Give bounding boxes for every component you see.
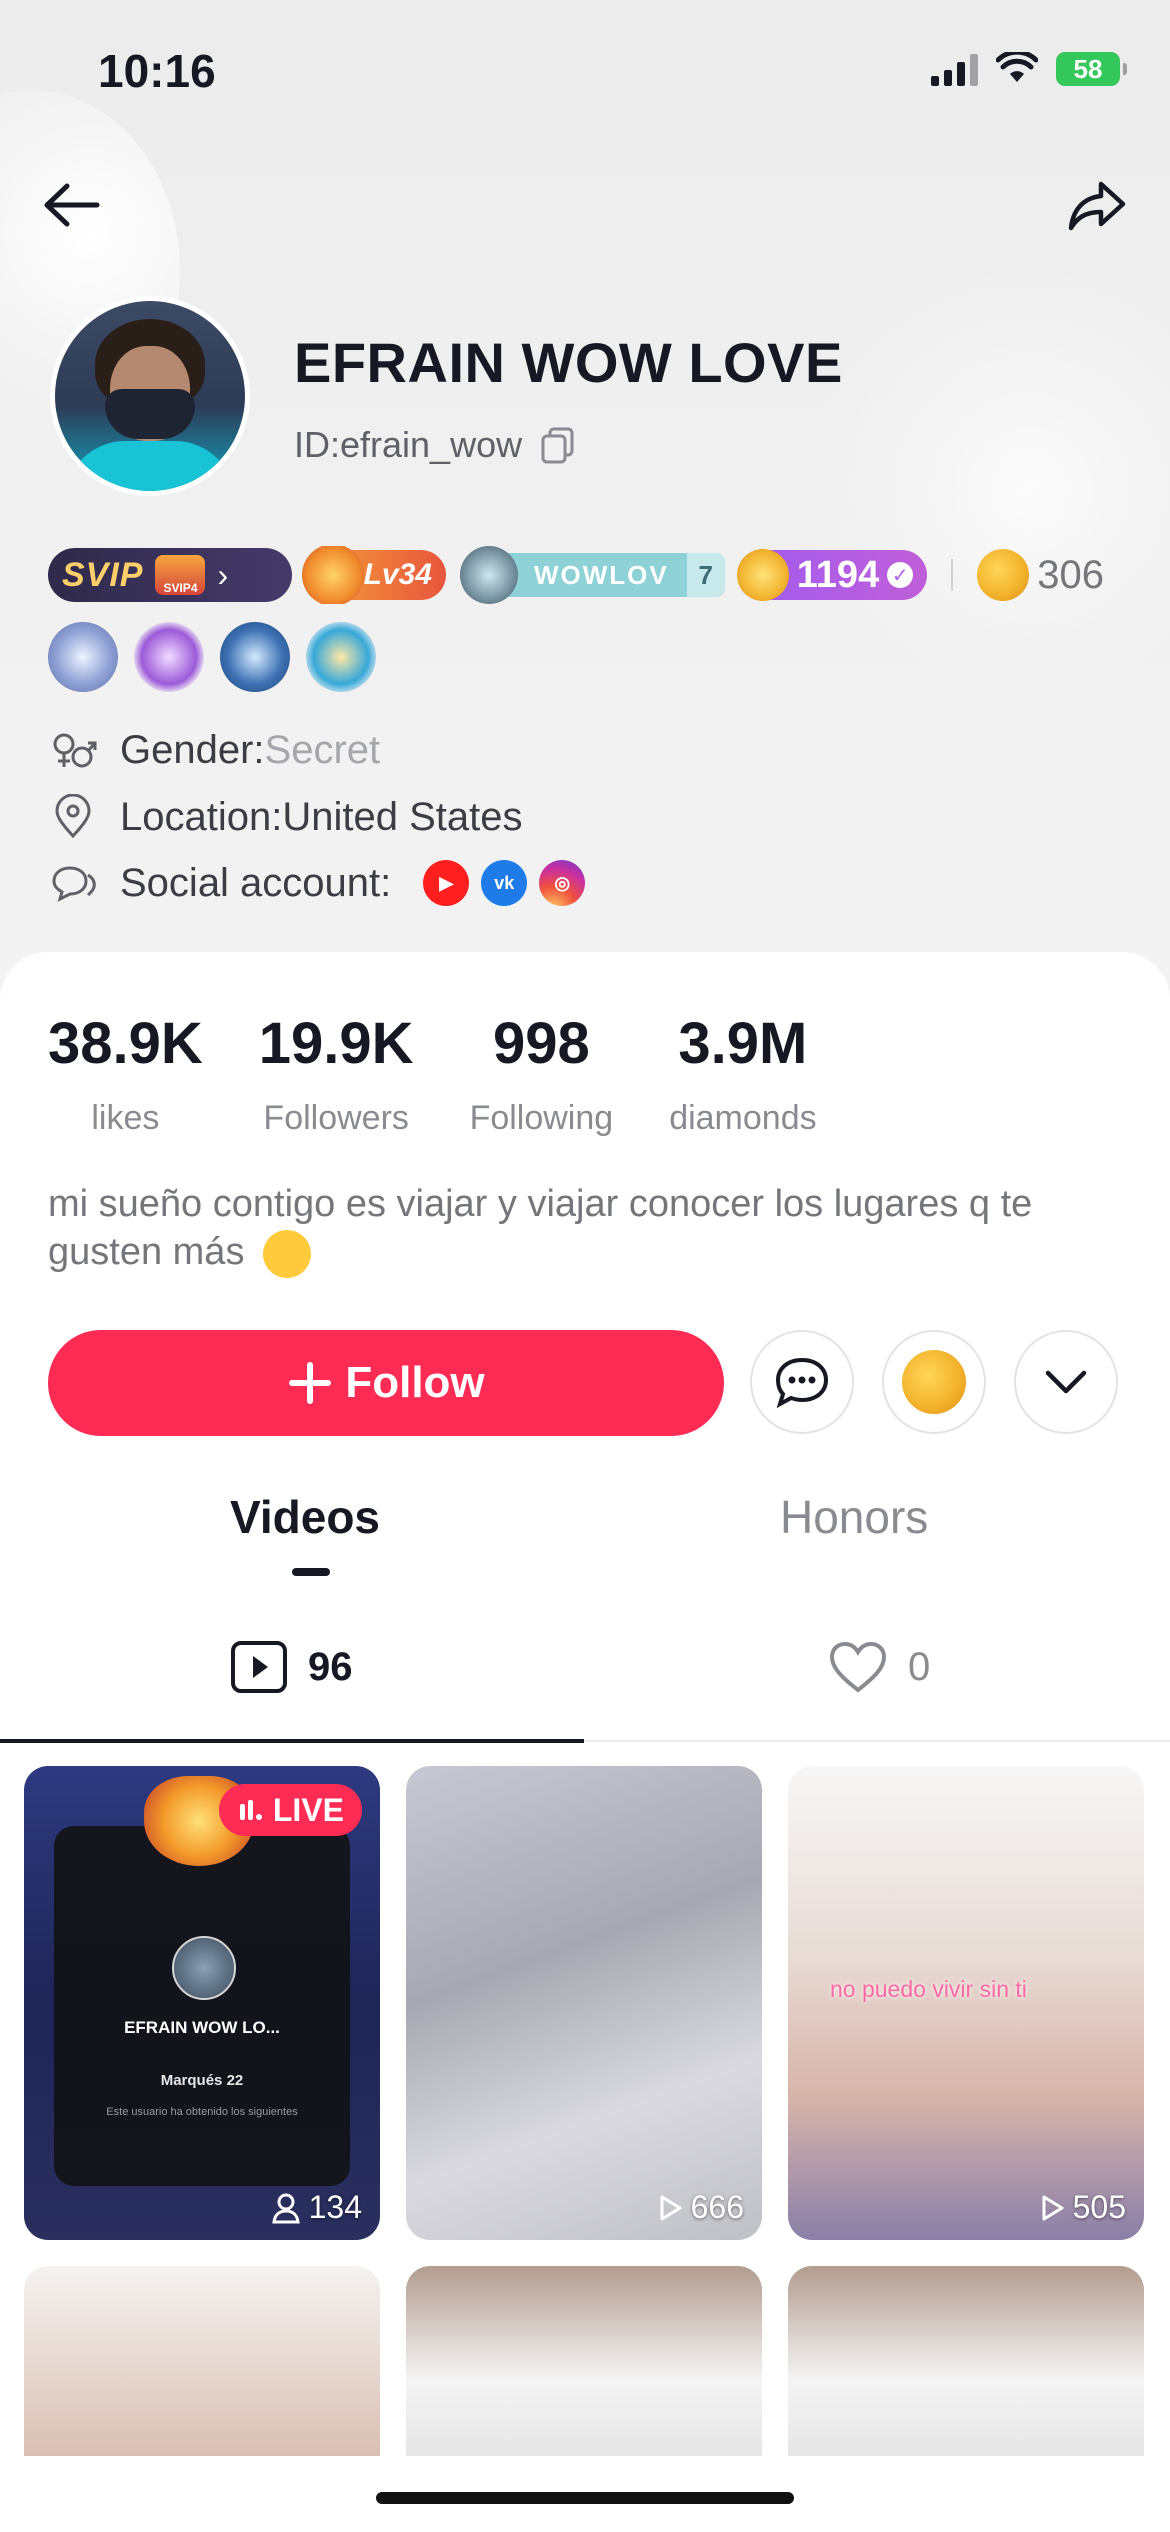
live-badge: LIVE xyxy=(218,1784,362,1836)
message-icon xyxy=(775,1357,829,1409)
video-thumbnail[interactable]: no puedo vivir sin ti 505 xyxy=(788,1766,1144,2240)
profile-name: EFRAIN WOW LOVE xyxy=(294,331,843,394)
fan-club-icon xyxy=(460,546,518,604)
user-id-row: ID:efrain_wow xyxy=(294,424,576,466)
signal-icon xyxy=(931,52,978,86)
stats-row: 38.9K likes 19.9K Followers 998 Following 3… xyxy=(48,1010,873,1138)
coin-badge[interactable]: 1194 ✓ xyxy=(736,549,928,601)
profile-tabs: Videos Honors xyxy=(0,1490,1170,1580)
gold-coin-icon xyxy=(902,1350,966,1414)
youtube-icon[interactable]: ▶ xyxy=(423,860,470,906)
copy-icon[interactable] xyxy=(540,426,576,464)
follow-button[interactable]: Follow xyxy=(48,1330,724,1436)
tab-honors[interactable]: Honors xyxy=(780,1490,928,1544)
play-icon xyxy=(660,2195,682,2220)
emoji-icon xyxy=(263,1229,312,1278)
social-icons: ▶ vk ◎ xyxy=(423,860,586,906)
svip-level-badge: SVIP4 xyxy=(155,555,206,595)
instagram-icon[interactable]: ◎ xyxy=(539,860,586,906)
back-arrow-icon xyxy=(44,183,100,227)
video-thumbnail[interactable] xyxy=(788,2266,1144,2456)
stat-following[interactable]: 998 Following xyxy=(470,1010,614,1138)
gender-row: Gender:Secret xyxy=(48,728,380,773)
status-icons: 58 xyxy=(931,52,1127,86)
star-medal-icon[interactable] xyxy=(306,622,376,692)
back-button[interactable] xyxy=(36,170,106,240)
heart-icon xyxy=(829,1641,887,1693)
gold-coin-icon xyxy=(977,549,1030,601)
stat-diamonds: 3.9M diamonds xyxy=(669,1011,817,1137)
coin-icon xyxy=(736,549,789,601)
live-bars-icon xyxy=(239,1800,262,1820)
gender-text: Gender:Secret xyxy=(120,728,381,772)
level-wings-icon xyxy=(302,546,364,604)
play-icon xyxy=(1042,2195,1064,2220)
play-square-icon xyxy=(231,1641,287,1693)
video-thumbnail[interactable] xyxy=(24,2266,380,2456)
video-grid: EFRAIN WOW LO... Marqués 22 Este usuario… xyxy=(24,1766,1146,2456)
purple-medal-icon[interactable] xyxy=(134,622,204,692)
content-subtabs: 96 0 xyxy=(0,1620,1170,1743)
lion-medal-icon[interactable] xyxy=(220,622,290,692)
avatar[interactable] xyxy=(50,296,250,496)
location-pin-icon xyxy=(55,794,91,839)
video-caption: no puedo vivir sin ti xyxy=(830,1976,1027,2002)
heart-medal-icon[interactable] xyxy=(48,622,118,692)
battery-icon: 58 xyxy=(1056,52,1127,86)
video-thumbnail[interactable]: EFRAIN WOW LO... Marqués 22 Este usuario… xyxy=(24,1766,380,2240)
gender-icon xyxy=(53,733,97,767)
tab-videos[interactable]: Videos xyxy=(230,1490,380,1544)
tab-indicator xyxy=(292,1568,330,1576)
view-count: 666 xyxy=(657,2189,744,2226)
share-icon xyxy=(1068,181,1126,231)
more-button[interactable] xyxy=(1014,1330,1118,1434)
live-card: EFRAIN WOW LO... Marqués 22 Este usuario… xyxy=(54,1826,350,2186)
video-thumbnail[interactable] xyxy=(406,2266,762,2456)
chevron-right-icon: › xyxy=(217,556,229,593)
profile-header-background xyxy=(0,0,1170,1000)
location-text: Location:United States xyxy=(120,794,523,839)
avatar xyxy=(172,1936,236,2000)
share-button[interactable] xyxy=(1062,170,1132,240)
wifi-icon xyxy=(996,52,1038,82)
subtab-indicator xyxy=(0,1739,584,1743)
location-row: Location:United States xyxy=(48,794,522,840)
vk-icon[interactable]: vk xyxy=(481,860,528,906)
decoration xyxy=(742,192,1170,788)
home-indicator xyxy=(376,2492,794,2504)
subtab-videos[interactable]: 96 xyxy=(230,1640,353,1694)
chat-bubbles-icon xyxy=(52,866,96,902)
level-badge[interactable]: Lv34 xyxy=(302,546,446,604)
user-id: ID:efrain_wow xyxy=(294,424,523,465)
stat-followers[interactable]: 19.9K Followers xyxy=(259,1010,414,1138)
status-time: 10:16 xyxy=(98,45,216,97)
divider xyxy=(951,559,954,591)
gold-badge[interactable]: 306 xyxy=(977,549,1104,601)
subtab-liked[interactable]: 0 xyxy=(828,1640,930,1694)
stat-likes: 38.9K likes xyxy=(48,1011,203,1137)
view-count: 505 xyxy=(1039,2189,1126,2226)
person-icon xyxy=(271,2193,300,2223)
message-button[interactable] xyxy=(750,1330,854,1434)
medals-row xyxy=(48,622,376,692)
svip-badge[interactable]: SVIP SVIP4 › xyxy=(48,548,292,602)
fan-club-badge[interactable]: WOWLOV 7 xyxy=(460,546,725,604)
social-label: Social account: xyxy=(120,860,392,905)
check-icon: ✓ xyxy=(887,562,914,588)
chevron-down-icon xyxy=(1045,1370,1087,1394)
plus-icon xyxy=(289,1362,332,1404)
social-row: Social account: ▶ vk ◎ xyxy=(48,860,586,906)
viewer-count: 134 xyxy=(271,2189,362,2226)
badges-row: SVIP SVIP4 › Lv34 WOWLOV 7 1194 ✓ 306 xyxy=(48,546,1170,604)
video-thumbnail[interactable]: 666 xyxy=(406,1766,762,2240)
bio-text: mi sueño contigo es viajar y viajar cono… xyxy=(48,1183,1033,1273)
gift-button[interactable] xyxy=(882,1330,986,1434)
bio: mi sueño contigo es viajar y viajar cono… xyxy=(48,1180,1128,1278)
